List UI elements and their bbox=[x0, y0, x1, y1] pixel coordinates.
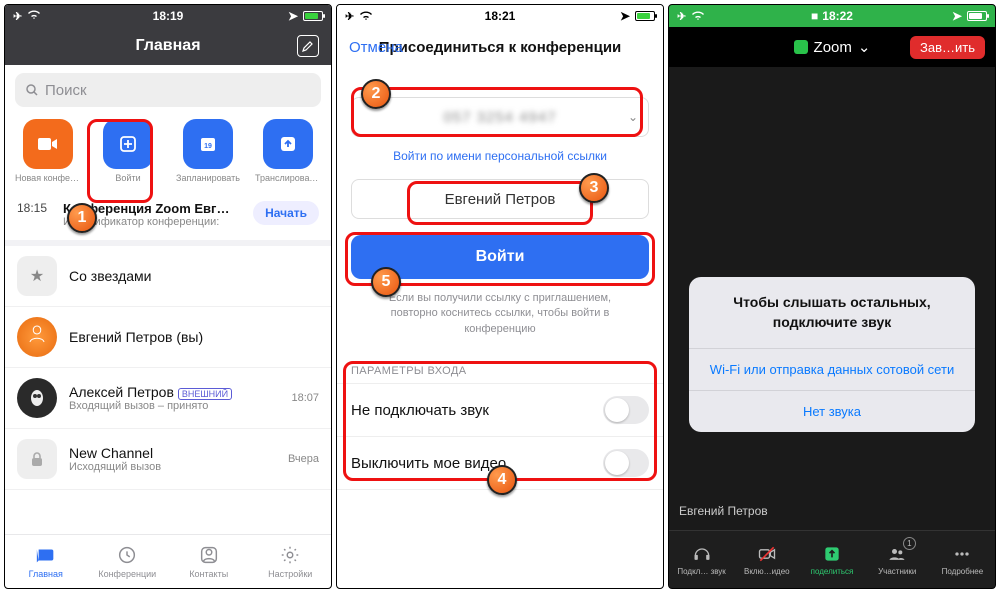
svg-text:19: 19 bbox=[204, 143, 212, 150]
cancel-button[interactable]: Отмена bbox=[349, 39, 403, 56]
meeting-item[interactable]: 18:15 Конференция Zoom Евгений Пе… Идент… bbox=[5, 193, 331, 240]
sheet-opt-noaudio[interactable]: Нет звука bbox=[689, 390, 975, 432]
status-bar: ✈ 18:19 ➤ bbox=[5, 5, 331, 27]
start-button[interactable]: Начать bbox=[253, 201, 319, 225]
tab-video[interactable]: Вклю…идео bbox=[734, 531, 799, 588]
phone-home: ✈ 18:19 ➤ Главная Поиск Новая конференци… bbox=[4, 4, 332, 589]
tab-meetings[interactable]: Конференции bbox=[87, 535, 169, 588]
starred-row[interactable]: ★ Со звездами bbox=[5, 246, 331, 307]
name-value: Евгений Петров bbox=[445, 191, 556, 208]
section-header: ПАРАМЕТРЫ ВХОДА bbox=[337, 351, 663, 383]
page-title: Главная bbox=[135, 37, 200, 55]
new-meeting-button[interactable]: Новая конференция bbox=[15, 119, 81, 183]
schedule-button[interactable]: 19 Запланировать bbox=[175, 119, 241, 183]
chevron-down-icon[interactable]: ⌄ bbox=[628, 110, 638, 124]
chevron-down-icon[interactable]: ⌄ bbox=[858, 38, 871, 56]
location-icon: ➤ bbox=[288, 9, 298, 23]
external-tag: ВНЕШНИЙ bbox=[178, 388, 232, 400]
step-bubble-5: 5 bbox=[371, 267, 401, 297]
call-area: Чтобы слышать остальных, подключите звук… bbox=[669, 67, 995, 530]
participant-label: Евгений Петров bbox=[679, 504, 768, 518]
wifi-icon bbox=[691, 11, 705, 21]
end-button[interactable]: Зав…ить bbox=[910, 36, 985, 59]
camera-icon: ■ bbox=[811, 9, 818, 23]
battery-icon bbox=[303, 11, 323, 21]
battery-icon bbox=[635, 11, 655, 21]
tab-settings[interactable]: Настройки bbox=[250, 535, 332, 588]
lock-icon bbox=[17, 439, 57, 479]
tab-contacts[interactable]: Контакты bbox=[168, 535, 250, 588]
status-time: 18:21 bbox=[485, 9, 516, 23]
tab-more[interactable]: Подробнее bbox=[930, 531, 995, 588]
airplane-icon: ✈ bbox=[13, 10, 22, 23]
toggle[interactable] bbox=[603, 449, 649, 477]
battery-icon bbox=[967, 11, 987, 21]
status-bar: ✈ 18:21 ➤ bbox=[337, 5, 663, 27]
share-screen-button[interactable]: Транслировать э... bbox=[255, 119, 321, 183]
participants-badge: 1 bbox=[903, 537, 916, 550]
step-bubble-2: 2 bbox=[361, 79, 391, 109]
toggle[interactable] bbox=[603, 396, 649, 424]
page-title: Присоединиться к конференции bbox=[379, 39, 622, 56]
wifi-icon bbox=[27, 9, 41, 23]
star-icon: ★ bbox=[17, 256, 57, 296]
location-icon: ➤ bbox=[952, 9, 962, 23]
status-time: 18:22 bbox=[822, 9, 853, 23]
step-bubble-1: 1 bbox=[67, 203, 97, 233]
channel-row[interactable]: New Channel Исходящий вызов Вчера bbox=[5, 429, 331, 490]
wifi-icon bbox=[359, 11, 373, 21]
meeting-time: 18:15 bbox=[17, 201, 55, 215]
phone-join: ✈ 18:21 ➤ Отмена Присоединиться к конфер… bbox=[336, 4, 664, 589]
header: Главная bbox=[5, 27, 331, 65]
join-button[interactable]: Войти bbox=[95, 119, 161, 183]
location-icon: ➤ bbox=[620, 9, 630, 23]
airplane-icon: ✈ bbox=[677, 10, 686, 23]
tab-bar: Главная Конференции Контакты Настройки bbox=[5, 534, 331, 588]
phone-call: ✈ ■ 18:22 ➤ Zoom ⌄ Зав…ить Чтобы слышать … bbox=[668, 4, 996, 589]
avatar bbox=[17, 378, 57, 418]
header: Отмена Присоединиться к конференции bbox=[337, 27, 663, 67]
status-bar: ✈ ■ 18:22 ➤ bbox=[669, 5, 995, 27]
call-header: Zoom ⌄ Зав…ить bbox=[669, 27, 995, 67]
avatar bbox=[17, 317, 57, 357]
sheet-message: Чтобы слышать остальных, подключите звук bbox=[689, 277, 975, 348]
search-placeholder: Поиск bbox=[45, 82, 87, 99]
audio-sheet: Чтобы слышать остальных, подключите звук… bbox=[689, 277, 975, 432]
sheet-opt-wifi[interactable]: Wi-Fi или отправка данных сотовой сети bbox=[689, 348, 975, 390]
tab-share[interactable]: поделиться bbox=[799, 531, 864, 588]
airplane-icon: ✈ bbox=[345, 10, 354, 23]
meeting-id-value: 057 3254 4947 bbox=[443, 109, 556, 126]
shield-icon[interactable] bbox=[794, 40, 808, 54]
presence-dot bbox=[50, 378, 57, 385]
tab-home[interactable]: Главная bbox=[5, 535, 87, 588]
app-title[interactable]: Zoom bbox=[814, 39, 852, 56]
step-bubble-3: 3 bbox=[579, 173, 609, 203]
search-input[interactable]: Поиск bbox=[15, 73, 321, 107]
call-toolbar: Подкл… звук Вклю…идео поделиться 1Участн… bbox=[669, 530, 995, 588]
step-bubble-4: 4 bbox=[487, 465, 517, 495]
status-time: 18:19 bbox=[153, 9, 184, 23]
tab-audio[interactable]: Подкл… звук bbox=[669, 531, 734, 588]
tab-participants[interactable]: 1Участники bbox=[865, 531, 930, 588]
compose-icon[interactable] bbox=[297, 35, 319, 57]
contact-row[interactable]: Алексей ПетровВНЕШНИЙ Входящий вызов – п… bbox=[5, 368, 331, 429]
personal-link[interactable]: Войти по имени персональной ссылки bbox=[337, 149, 663, 163]
quick-actions: Новая конференция Войти 19 Запланировать… bbox=[5, 115, 331, 193]
opt-no-audio[interactable]: Не подключать звук bbox=[337, 383, 663, 436]
meeting-id-field[interactable]: 057 3254 4947 ⌄ bbox=[351, 97, 649, 137]
self-contact-row[interactable]: Евгений Петров (вы) bbox=[5, 307, 331, 368]
